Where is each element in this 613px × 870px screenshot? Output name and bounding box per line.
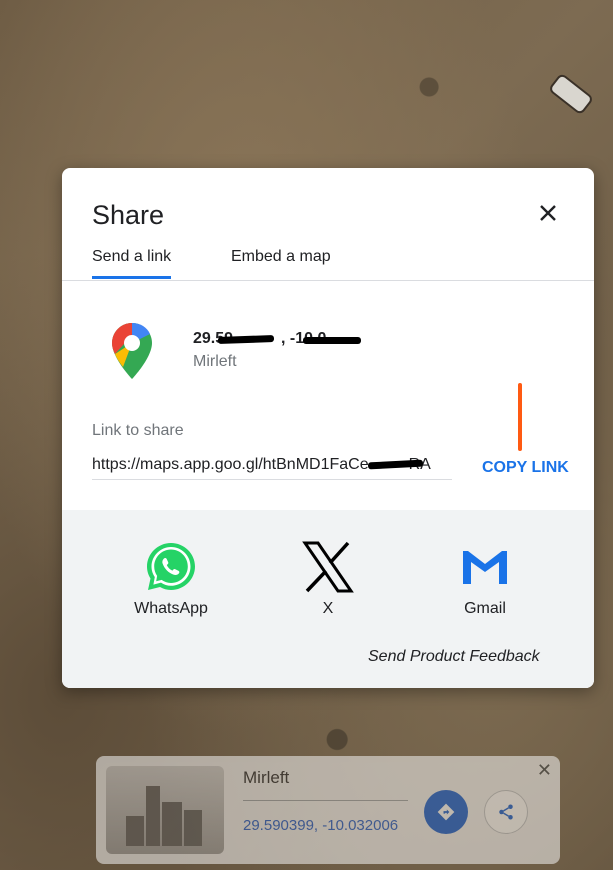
link-field-underline [92,479,452,480]
redaction-mark [303,337,361,344]
close-icon[interactable]: ✕ [537,760,552,781]
send-feedback-link[interactable]: Send Product Feedback [368,648,540,666]
share-option-label: WhatsApp [134,600,208,617]
share-option-label: X [322,600,334,617]
close-icon[interactable] [536,201,560,225]
share-button[interactable] [484,790,528,834]
active-tab-indicator [92,276,171,279]
share-gmail-button[interactable]: Gmail [430,540,540,618]
divider [62,280,594,281]
tab-send-a-link[interactable]: Send a link [92,248,171,266]
whatsapp-icon [147,543,195,590]
share-option-label: Gmail [464,600,506,617]
x-icon [302,541,354,593]
share-icon [499,804,513,820]
directions-icon [437,803,455,821]
link-to-share-label: Link to share [92,422,184,439]
gmail-icon [463,551,507,584]
annotation-mark [518,383,522,451]
share-options-panel: WhatsApp X Gmail Send Product Feedback [62,510,594,688]
place-photo[interactable] [106,766,224,854]
location-name: Mirleft [193,353,237,370]
share-x-button[interactable]: X [273,540,383,618]
place-coordinates[interactable]: 29.590399, -10.032006 [243,817,398,834]
divider [243,800,408,801]
google-maps-pin-icon [112,323,152,379]
place-card: Mirleft 29.590399, -10.032006 ✕ [96,756,560,864]
place-name: Mirleft [243,768,290,787]
share-dialog: Share Send a link Embed a map 29.59 , -1… [62,168,594,688]
share-whatsapp-button[interactable]: WhatsApp [116,540,226,618]
directions-button[interactable] [424,790,468,834]
copy-link-button[interactable]: COPY LINK [482,459,569,477]
dialog-title: Share [92,200,165,230]
tab-embed-a-map[interactable]: Embed a map [231,248,331,266]
